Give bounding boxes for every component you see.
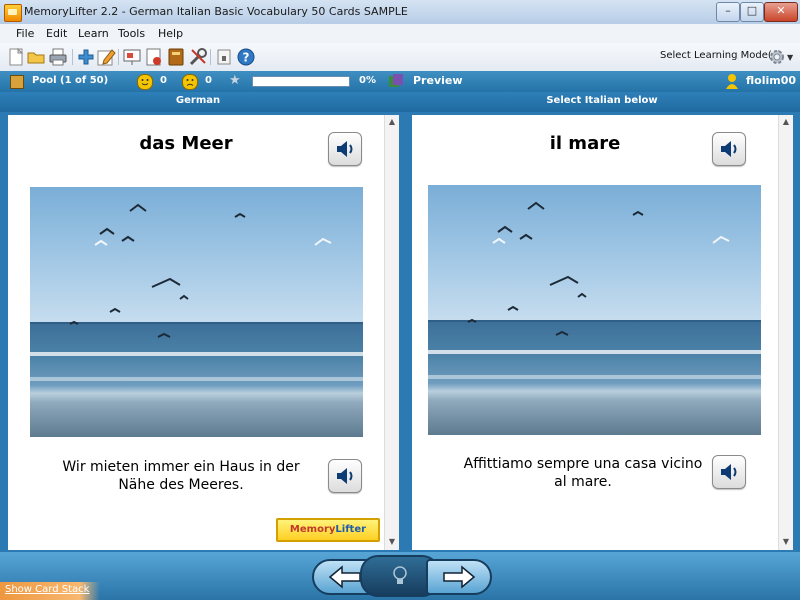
answer-picture bbox=[428, 185, 761, 435]
lock-icon[interactable] bbox=[214, 47, 234, 67]
preview-cards-icon[interactable] bbox=[388, 73, 404, 89]
question-language-header: German bbox=[175, 95, 221, 106]
scroll-down-arrow[interactable]: ▼ bbox=[779, 537, 793, 549]
toolbar-separator bbox=[118, 49, 119, 65]
minimize-button[interactable]: – bbox=[716, 2, 740, 22]
menu-edit[interactable]: Edit bbox=[46, 27, 67, 40]
menu-file[interactable]: File bbox=[16, 27, 34, 40]
answer-word: il mare bbox=[549, 133, 621, 154]
logo-text-lifter: Lifter bbox=[335, 524, 367, 535]
seagulls bbox=[69, 203, 332, 338]
help-icon[interactable]: ? bbox=[236, 47, 256, 67]
toolbar: ? Select Learning Mode(s) ▼ bbox=[0, 43, 800, 72]
pool-box-icon bbox=[10, 75, 24, 89]
title-bar: MemoryLifter 2.2 - German Italian Basic … bbox=[0, 0, 800, 25]
preview-label[interactable]: Preview bbox=[413, 74, 463, 87]
play-sentence-audio-button[interactable] bbox=[328, 459, 362, 493]
close-button[interactable]: ✕ bbox=[764, 2, 798, 22]
app-logo-icon bbox=[4, 4, 22, 22]
print-icon[interactable] bbox=[48, 47, 68, 67]
add-card-icon[interactable] bbox=[76, 47, 96, 67]
slideshow-icon[interactable] bbox=[122, 47, 142, 67]
window-title: MemoryLifter 2.2 - German Italian Basic … bbox=[24, 5, 408, 18]
seagulls bbox=[467, 201, 730, 336]
menu-learn[interactable]: Learn bbox=[78, 27, 109, 40]
edit-card-icon[interactable] bbox=[96, 47, 116, 67]
question-word: das Meer bbox=[139, 133, 233, 154]
toolbar-separator bbox=[72, 49, 73, 65]
question-scrollbar[interactable]: ▲ ▼ bbox=[384, 115, 399, 550]
scroll-up-arrow[interactable]: ▲ bbox=[779, 117, 793, 129]
maximize-button[interactable]: □ bbox=[740, 2, 764, 22]
statistics-icon[interactable] bbox=[144, 47, 164, 67]
scroll-up-arrow[interactable]: ▲ bbox=[385, 117, 399, 129]
show-card-stack-link[interactable]: Show Card Stack bbox=[5, 584, 89, 595]
star-icon: ★ bbox=[229, 73, 241, 88]
next-card-button[interactable] bbox=[426, 559, 492, 595]
user-icon bbox=[726, 73, 738, 89]
tools-icon[interactable] bbox=[188, 47, 208, 67]
logo-text-memory: Memory bbox=[289, 524, 336, 535]
answer-example-sentence: Affittiamo sempre una casa vicino al mar… bbox=[463, 456, 703, 490]
svg-text:?: ? bbox=[243, 51, 250, 65]
open-folder-icon[interactable] bbox=[26, 47, 46, 67]
show-card-stack-tab[interactable]: Show Card Stack bbox=[0, 582, 100, 600]
chevron-down-icon[interactable]: ▼ bbox=[787, 53, 793, 62]
question-panel: das Meer Wir mieten immer ein Haus in de… bbox=[8, 115, 384, 550]
smiley-happy-icon bbox=[137, 74, 153, 90]
scroll-down-arrow[interactable]: ▼ bbox=[385, 537, 399, 549]
pool-label: Pool bbox=[32, 75, 57, 86]
progress-bar bbox=[252, 76, 350, 87]
correct-count: 0 bbox=[160, 75, 167, 86]
smiley-sad-icon bbox=[182, 74, 198, 90]
status-bar: Pool (1 of 50) 0 0 ★ 0% Preview flolim00 bbox=[0, 71, 800, 92]
play-word-audio-button[interactable] bbox=[328, 132, 362, 166]
answer-scrollbar[interactable]: ▲ ▼ bbox=[778, 115, 793, 550]
play-word-audio-button[interactable] bbox=[712, 132, 746, 166]
column-headers: German Select Italian below bbox=[0, 92, 800, 112]
menu-tools[interactable]: Tools bbox=[118, 27, 145, 40]
main-area: das Meer Wir mieten immer ein Haus in de… bbox=[0, 112, 800, 552]
menu-bar: File Edit Learn Tools Help bbox=[0, 24, 800, 43]
new-document-icon[interactable] bbox=[6, 47, 26, 67]
play-sentence-audio-button[interactable] bbox=[712, 455, 746, 489]
pool-count: (1 of 50) bbox=[60, 75, 109, 86]
username: flolim00 bbox=[746, 74, 797, 87]
memorylifter-logo: MemoryLifter bbox=[276, 518, 380, 542]
learning-mode-label[interactable]: Select Learning Mode(s) bbox=[660, 50, 781, 61]
progress-percent: 0% bbox=[359, 75, 376, 86]
question-example-sentence: Wir mieten immer ein Haus in der Nähe de… bbox=[62, 459, 300, 493]
gear-icon[interactable] bbox=[768, 48, 786, 66]
question-picture bbox=[30, 187, 363, 437]
answer-language-header: Select Italian below bbox=[546, 95, 658, 106]
menu-help[interactable]: Help bbox=[158, 27, 183, 40]
answer-panel: il mare Affittiamo sempre una casa vicin… bbox=[412, 115, 778, 550]
dictionary-icon[interactable] bbox=[166, 47, 186, 67]
toolbar-separator bbox=[210, 49, 211, 65]
wrong-count: 0 bbox=[205, 75, 212, 86]
